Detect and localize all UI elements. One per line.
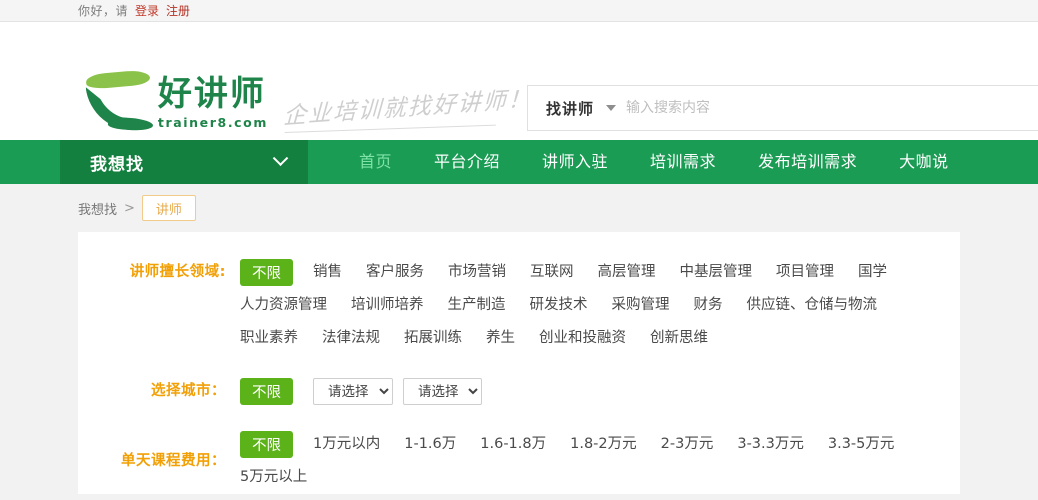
filter-option-fee-0[interactable]: 1万元以内 xyxy=(313,428,380,461)
city-province-select[interactable]: 请选择 xyxy=(313,378,393,405)
chevron-down-icon xyxy=(272,149,289,166)
filter-options-fee: 不限 1万元以内 1-1.6万 1.6-1.8万 1.8-2万元 2-3万元 3-3.3万… xyxy=(226,428,960,494)
filter-panel: 讲师擅长领域: 不限 销售 客户服务 市场营销 互联网 高层管理 中基层管理 项目管理 国学人… xyxy=(78,232,960,494)
filter-label-field: 讲师擅长领域: xyxy=(129,264,226,280)
search-input[interactable] xyxy=(626,86,1038,130)
breadcrumb-separator: > xyxy=(124,200,135,216)
filter-chip-field-all[interactable]: 不限 xyxy=(240,259,293,286)
register-link[interactable]: 注册 xyxy=(166,2,190,19)
logo-title-cn: 好讲师 xyxy=(157,74,266,115)
city-city-select[interactable]: 请选择 xyxy=(403,378,482,405)
search-category-dropdown[interactable]: 找讲师 xyxy=(528,86,626,130)
logo-domain: trainer8.com xyxy=(157,115,268,130)
filter-option-field-14[interactable]: 供应链、仓储与物流 xyxy=(747,289,878,322)
filter-option-field-15[interactable]: 职业素养 xyxy=(240,322,298,355)
nav-item-list: 首页 平台介绍 讲师入驻 培训需求 发布培训需求 大咖说 xyxy=(308,140,970,184)
nav-item-4[interactable]: 发布培训需求 xyxy=(737,140,878,184)
filter-option-fee-7[interactable]: 5万元以上 xyxy=(240,461,307,494)
breadcrumb: 我想找 > 讲师 xyxy=(0,184,1038,232)
filter-option-field-13[interactable]: 财务 xyxy=(694,289,723,322)
breadcrumb-tag-teacher[interactable]: 讲师 xyxy=(141,195,196,221)
greeting-text: 你好，请 xyxy=(78,4,129,18)
filter-option-fee-4[interactable]: 2-3万元 xyxy=(661,428,714,461)
logo-brush-icon xyxy=(78,69,156,135)
nav-item-5[interactable]: 大咖说 xyxy=(878,140,970,184)
nav-item-2[interactable]: 讲师入驻 xyxy=(521,140,629,184)
search-bar: 找讲师 xyxy=(527,85,1038,131)
filter-option-field-16[interactable]: 法律法规 xyxy=(322,322,380,355)
filter-option-field-0[interactable]: 销售 xyxy=(313,256,342,289)
filter-option-field-17[interactable]: 拓展训练 xyxy=(404,322,462,355)
filter-option-field-8[interactable]: 人力资源管理 xyxy=(240,289,327,322)
filter-option-field-11[interactable]: 研发技术 xyxy=(530,289,588,322)
filter-option-field-9[interactable]: 培训师培养 xyxy=(351,289,424,322)
filter-label-fee: 单天课程费用： xyxy=(121,452,226,469)
filter-option-fee-1[interactable]: 1-1.6万 xyxy=(404,428,456,461)
nav-dropdown-label: 我想找 xyxy=(90,154,144,175)
filter-option-field-7[interactable]: 国学 xyxy=(858,256,887,289)
chevron-down-icon xyxy=(606,105,617,111)
filter-option-field-1[interactable]: 客户服务 xyxy=(366,256,424,289)
filter-chip-city-all[interactable]: 不限 xyxy=(240,378,293,405)
filter-option-field-3[interactable]: 互联网 xyxy=(530,256,574,289)
filter-row-city: 选择城市： 不限 请选择 请选择 xyxy=(78,375,960,408)
login-link[interactable]: 登录 xyxy=(135,2,159,19)
filter-option-field-5[interactable]: 中基层管理 xyxy=(680,256,753,289)
site-slogan: 企业培训就找好讲师！ xyxy=(283,79,534,131)
filter-option-field-10[interactable]: 生产制造 xyxy=(448,289,506,322)
filter-option-field-2[interactable]: 市场营销 xyxy=(448,256,506,289)
nav-dropdown-i-want-to-find[interactable]: 我想找 xyxy=(60,140,308,184)
filter-option-fee-6[interactable]: 3.3-5万元 xyxy=(828,428,895,461)
main-navigation: 我想找 首页 平台介绍 讲师入驻 培训需求 发布培训需求 大咖说 xyxy=(0,140,1038,184)
filter-option-fee-5[interactable]: 3-3.3万元 xyxy=(737,428,804,461)
filter-row-fee: 单天课程费用： 不限 1万元以内 1-1.6万 1.6-1.8万 1.8-2万元 2-3… xyxy=(78,428,960,494)
filter-option-field-18[interactable]: 养生 xyxy=(486,322,515,355)
filter-option-fee-2[interactable]: 1.6-1.8万 xyxy=(480,428,546,461)
site-logo[interactable]: 好讲师 trainer8.com xyxy=(78,69,268,135)
top-utility-bar: 你好，请 登录 注册 xyxy=(0,0,1038,22)
nav-item-3[interactable]: 培训需求 xyxy=(629,140,737,184)
filter-option-fee-3[interactable]: 1.8-2万元 xyxy=(570,428,637,461)
filter-label-city: 选择城市： xyxy=(151,383,226,399)
filter-options-field: 不限 销售 客户服务 市场营销 互联网 高层管理 中基层管理 项目管理 国学人力资源管理 培训师… xyxy=(226,256,960,355)
filter-option-field-6[interactable]: 项目管理 xyxy=(776,256,834,289)
filter-option-field-12[interactable]: 采购管理 xyxy=(612,289,670,322)
filter-option-field-4[interactable]: 高层管理 xyxy=(598,256,656,289)
filter-options-city: 不限 请选择 请选择 xyxy=(226,378,492,405)
breadcrumb-root[interactable]: 我想找 xyxy=(78,199,117,218)
nav-item-1[interactable]: 平台介绍 xyxy=(413,140,521,184)
filter-row-field: 讲师擅长领域: 不限 销售 客户服务 市场营销 互联网 高层管理 中基层管理 项目管理 国学人… xyxy=(78,256,960,355)
search-category-label: 找讲师 xyxy=(546,99,595,118)
site-header: 好讲师 trainer8.com 企业培训就找好讲师！ 找讲师 xyxy=(0,22,1038,140)
filter-option-field-20[interactable]: 创新思维 xyxy=(650,322,708,355)
filter-option-field-19[interactable]: 创业和投融资 xyxy=(539,322,626,355)
filter-chip-fee-all[interactable]: 不限 xyxy=(240,431,293,458)
nav-item-0[interactable]: 首页 xyxy=(338,140,413,184)
